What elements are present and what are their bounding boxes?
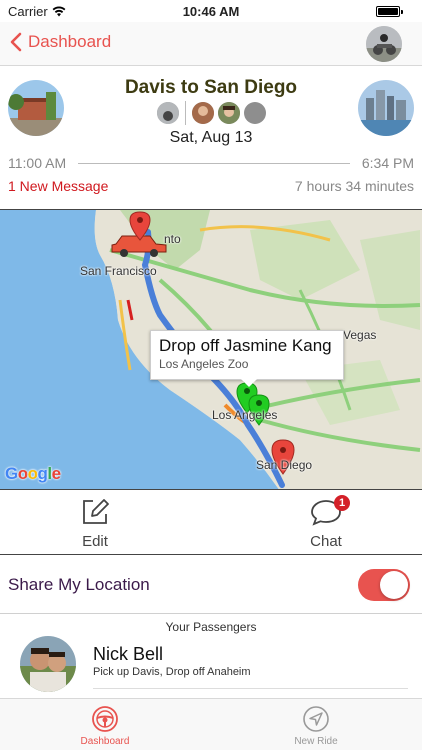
divider xyxy=(184,101,186,125)
tab-dashboard[interactable]: Dashboard xyxy=(55,705,155,747)
trip-title: Davis to San Diego xyxy=(124,77,298,98)
empty-seat-avatar xyxy=(243,102,266,124)
tab-new-ride[interactable]: New Ride xyxy=(266,705,366,747)
battery-icon xyxy=(376,6,403,17)
trip-timeline: 11:00 AM 6:34 PM xyxy=(8,155,414,171)
status-bar: Carrier 10:46 AM xyxy=(0,0,422,22)
destination-photo xyxy=(358,80,414,136)
profile-avatar[interactable] xyxy=(366,26,402,62)
map-callout[interactable]: Drop off Jasmine Kang Los Angeles Zoo xyxy=(150,330,344,387)
map-label-san-francisco: San Francisco xyxy=(80,264,157,278)
passenger-avatar[interactable] xyxy=(217,102,240,124)
share-location-label: Share My Location xyxy=(8,575,150,594)
driver-avatar[interactable] xyxy=(156,102,179,124)
trip-duration: 7 hours 34 minutes xyxy=(294,178,414,194)
edit-button[interactable]: Edit xyxy=(45,497,145,550)
callout-title: Drop off Jasmine Kang xyxy=(159,336,332,355)
chat-label: Chat xyxy=(310,533,342,550)
map-label-los-angeles: Los Angeles xyxy=(212,408,278,422)
passenger-avatar[interactable] xyxy=(191,102,214,124)
passenger-detail: Pick up Davis, Drop off Anaheim xyxy=(93,666,251,678)
navigation-arrow-icon xyxy=(303,706,329,732)
chevron-left-icon xyxy=(10,32,22,52)
chat-button[interactable]: Chat 1 xyxy=(276,495,376,550)
map-label-las-vegas: Vegas xyxy=(343,328,377,342)
edit-icon xyxy=(83,499,109,524)
passenger-name: Nick Bell xyxy=(93,644,164,664)
trip-actions: Edit Chat 1 xyxy=(0,491,422,555)
google-logo: Google xyxy=(5,464,61,483)
tab-dashboard-label: Dashboard xyxy=(80,736,130,747)
back-label: Dashboard xyxy=(28,32,112,51)
tab-bar: Dashboard New Ride xyxy=(0,698,422,750)
passenger-avatar xyxy=(20,636,76,692)
share-location-toggle[interactable] xyxy=(358,569,410,601)
toggle-knob xyxy=(380,571,408,599)
new-message-link[interactable]: 1 New Message xyxy=(8,178,108,194)
share-location-row: Share My Location xyxy=(0,556,422,614)
edit-label: Edit xyxy=(82,533,108,550)
map-label-san-diego: San Diego xyxy=(256,458,313,472)
navigation-bar: Dashboard xyxy=(0,22,422,66)
passenger-row[interactable]: Nick Bell Pick up Davis, Drop off Anahei… xyxy=(0,636,422,698)
start-time: 11:00 AM xyxy=(8,155,67,171)
callout-subtitle: Los Angeles Zoo xyxy=(159,357,249,371)
steering-wheel-icon xyxy=(92,706,118,732)
profile-photo xyxy=(366,26,402,62)
trip-date: Sat, Aug 13 xyxy=(169,129,253,146)
back-button[interactable]: Dashboard xyxy=(10,32,111,52)
trip-summary: Davis to San Diego Sat, Aug 13 11:00 AM … xyxy=(0,67,422,209)
route-map[interactable]: San Francisco nto Vegas Los Angeles San … xyxy=(0,209,422,490)
end-time: 6:34 PM xyxy=(361,155,414,171)
chat-badge: 1 xyxy=(334,495,350,511)
timeline-line xyxy=(78,162,350,164)
map-label-sacramento: nto xyxy=(164,232,181,246)
status-time: 10:46 AM xyxy=(182,4,240,19)
row-divider xyxy=(93,688,408,689)
tab-new-ride-label: New Ride xyxy=(294,736,338,747)
